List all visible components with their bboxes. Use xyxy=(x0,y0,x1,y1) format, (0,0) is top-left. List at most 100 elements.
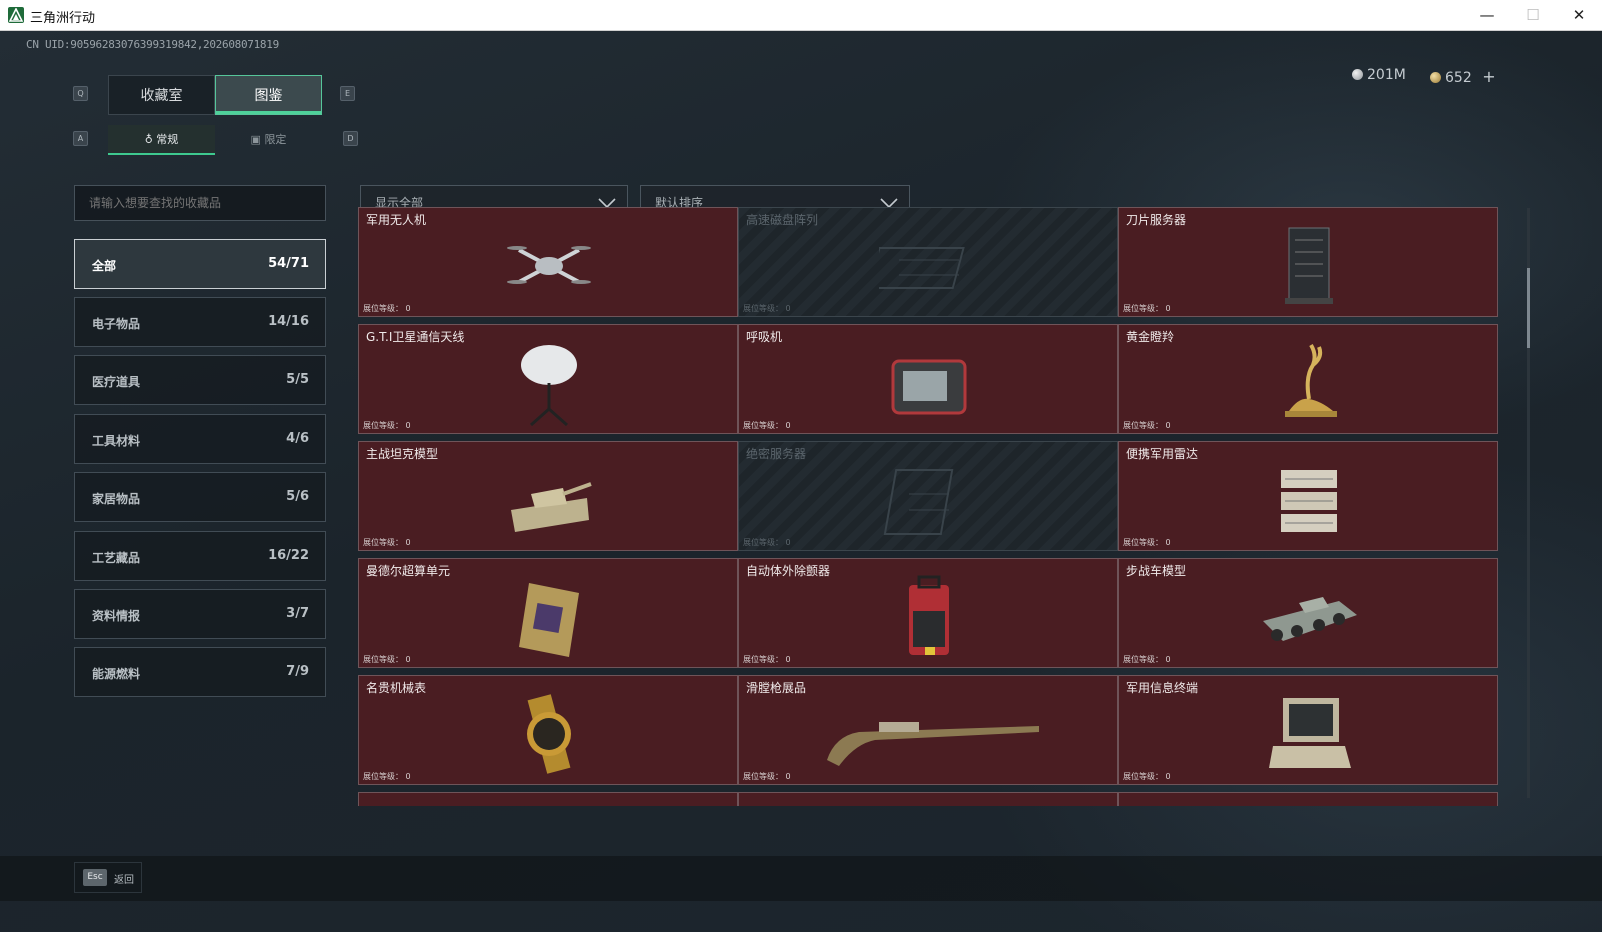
window-titlebar: 三角洲行动 — ☐ ✕ xyxy=(0,0,1602,31)
drone-icon xyxy=(507,246,591,284)
tank-model-icon xyxy=(511,482,592,532)
item-card[interactable]: 步战车模型 展位等级： 0 xyxy=(1118,558,1498,668)
item-name: 自动体外除颤器 xyxy=(746,564,831,578)
gold-amount: 652 xyxy=(1445,70,1472,86)
game-area: CN UID:9059628307639931984​2,20260807181… xyxy=(0,31,1602,932)
tab-catalog[interactable]: 图鉴 xyxy=(215,75,322,115)
gold-coin-icon xyxy=(1430,72,1441,83)
key-q-hint: Q xyxy=(73,86,88,101)
blade-server-icon xyxy=(1285,227,1333,304)
silver-coin-icon xyxy=(1352,69,1363,80)
minimize-button[interactable]: — xyxy=(1464,0,1510,31)
flask-icon: ♁ xyxy=(144,133,157,146)
item-name: G.T.I卫星通信天线 xyxy=(366,330,465,344)
item-card[interactable] xyxy=(1118,792,1498,806)
musket-icon xyxy=(827,722,1039,766)
item-card[interactable]: 黄金瞪羚 展位等级： 0 xyxy=(1118,324,1498,434)
category-label: 能源燃料 xyxy=(92,667,141,681)
item-level: 展位等级： 0 xyxy=(363,421,411,430)
item-card[interactable]: 呼吸机 展位等级： 0 xyxy=(738,324,1118,434)
category-label: 家居物品 xyxy=(92,492,141,506)
maximize-button[interactable]: ☐ xyxy=(1510,0,1556,31)
key-a-hint: A xyxy=(73,131,88,146)
scrollbar-thumb[interactable] xyxy=(1527,268,1530,348)
item-card[interactable]: 军用信息终端 展位等级： 0 xyxy=(1118,675,1498,785)
secret-server-icon xyxy=(883,469,954,535)
item-card-locked[interactable]: 高速磁盘阵列 展位等级： 0 xyxy=(738,207,1118,317)
item-card[interactable]: 滑膛枪展品 展位等级： 0 xyxy=(738,675,1118,785)
close-button[interactable]: ✕ xyxy=(1556,0,1602,31)
silver-amount: 201M xyxy=(1367,67,1406,83)
item-card[interactable]: 曼德尔超算单元 展位等级： 0 xyxy=(358,558,738,668)
item-card[interactable] xyxy=(358,792,738,806)
category-energy[interactable]: 能源燃料 7/9 xyxy=(74,647,326,697)
radar-icon xyxy=(1281,470,1337,532)
tab-collection-room[interactable]: 收藏室 xyxy=(108,75,215,115)
category-label: 工艺藏品 xyxy=(92,551,141,565)
item-level: 展位等级： 0 xyxy=(743,304,791,313)
item-name: 便携军用雷达 xyxy=(1126,447,1199,461)
tab-limited[interactable]: ▣ 限定 xyxy=(215,125,322,155)
category-medical[interactable]: 医疗道具 5/5 xyxy=(74,355,326,405)
category-count: 7/9 xyxy=(286,664,309,679)
item-card[interactable]: 自动体外除颤器 展位等级： 0 xyxy=(738,558,1118,668)
item-card[interactable]: 刀片服务器 展位等级： 0 xyxy=(1118,207,1498,317)
item-card-partial[interactable] xyxy=(358,792,738,806)
add-currency-button[interactable]: + xyxy=(1482,67,1495,86)
defibrillator-icon xyxy=(909,575,949,655)
category-label: 医疗道具 xyxy=(92,375,141,389)
item-name: 呼吸机 xyxy=(746,330,783,344)
category-all[interactable]: 全部 54/71 xyxy=(74,239,326,289)
item-card[interactable]: 便携军用雷达 展位等级： 0 xyxy=(1118,441,1498,551)
item-level: 展位等级： 0 xyxy=(1123,772,1171,781)
category-household[interactable]: 家居物品 5/6 xyxy=(74,472,326,522)
item-card[interactable] xyxy=(738,792,1118,806)
tab-regular[interactable]: ♁ 常规 xyxy=(108,125,215,155)
item-card[interactable]: 军用无人机 展位等级： 0 xyxy=(358,207,738,317)
item-name: 军用信息终端 xyxy=(1126,681,1199,695)
item-card-partial[interactable] xyxy=(1118,792,1498,806)
satellite-antenna-icon xyxy=(521,345,577,427)
category-count: 54/71 xyxy=(268,256,309,271)
item-level: 展位等级： 0 xyxy=(1123,421,1171,430)
item-level: 展位等级： 0 xyxy=(363,772,411,781)
item-level: 展位等级： 0 xyxy=(743,772,791,781)
key-d-hint: D xyxy=(343,131,358,146)
key-e-hint: E xyxy=(340,86,355,101)
item-card[interactable]: 主战坦克模型 展位等级： 0 xyxy=(358,441,738,551)
item-card-partial[interactable] xyxy=(738,792,1118,806)
item-name: 滑膛枪展品 xyxy=(746,681,807,695)
ventilator-icon xyxy=(891,359,967,415)
item-name: 名贵机械表 xyxy=(366,681,427,695)
gold-currency: 652 + xyxy=(1430,67,1496,86)
category-crafts[interactable]: 工艺藏品 16/22 xyxy=(74,531,326,581)
category-count: 5/5 xyxy=(286,372,309,387)
item-level: 展位等级： 0 xyxy=(1123,538,1171,547)
category-label: 工具材料 xyxy=(92,434,141,448)
image-icon: ▣ xyxy=(250,133,265,146)
silver-currency: 201M xyxy=(1352,67,1406,83)
app-logo-icon xyxy=(8,7,24,23)
search-input[interactable] xyxy=(74,185,326,221)
item-card[interactable]: 名贵机械表 展位等级： 0 xyxy=(358,675,738,785)
category-label: 全部 xyxy=(92,259,117,273)
category-tools[interactable]: 工具材料 4/6 xyxy=(74,414,326,464)
category-label: 电子物品 xyxy=(92,317,141,331)
category-electronics[interactable]: 电子物品 14/16 xyxy=(74,297,326,347)
item-card[interactable]: G.T.I卫星通信天线 展位等级： 0 xyxy=(358,324,738,434)
bottom-bar xyxy=(0,856,1602,901)
item-level: 展位等级： 0 xyxy=(743,538,791,547)
category-count: 5/6 xyxy=(286,489,309,504)
item-card-locked[interactable]: 绝密服务器 展位等级： 0 xyxy=(738,441,1118,551)
item-level: 展位等级： 0 xyxy=(1123,655,1171,664)
grid-scrollbar[interactable] xyxy=(1527,208,1530,798)
category-count: 4/6 xyxy=(286,431,309,446)
item-name: 军用无人机 xyxy=(366,213,427,227)
category-count: 3/7 xyxy=(286,606,309,621)
item-level: 展位等级： 0 xyxy=(363,655,411,664)
category-count: 14/16 xyxy=(268,314,309,329)
back-label: 返回 xyxy=(114,875,134,886)
tab-regular-label: 常规 xyxy=(156,133,179,146)
tab-limited-label: 限定 xyxy=(264,133,287,146)
category-intel[interactable]: 资料情报 3/7 xyxy=(74,589,326,639)
